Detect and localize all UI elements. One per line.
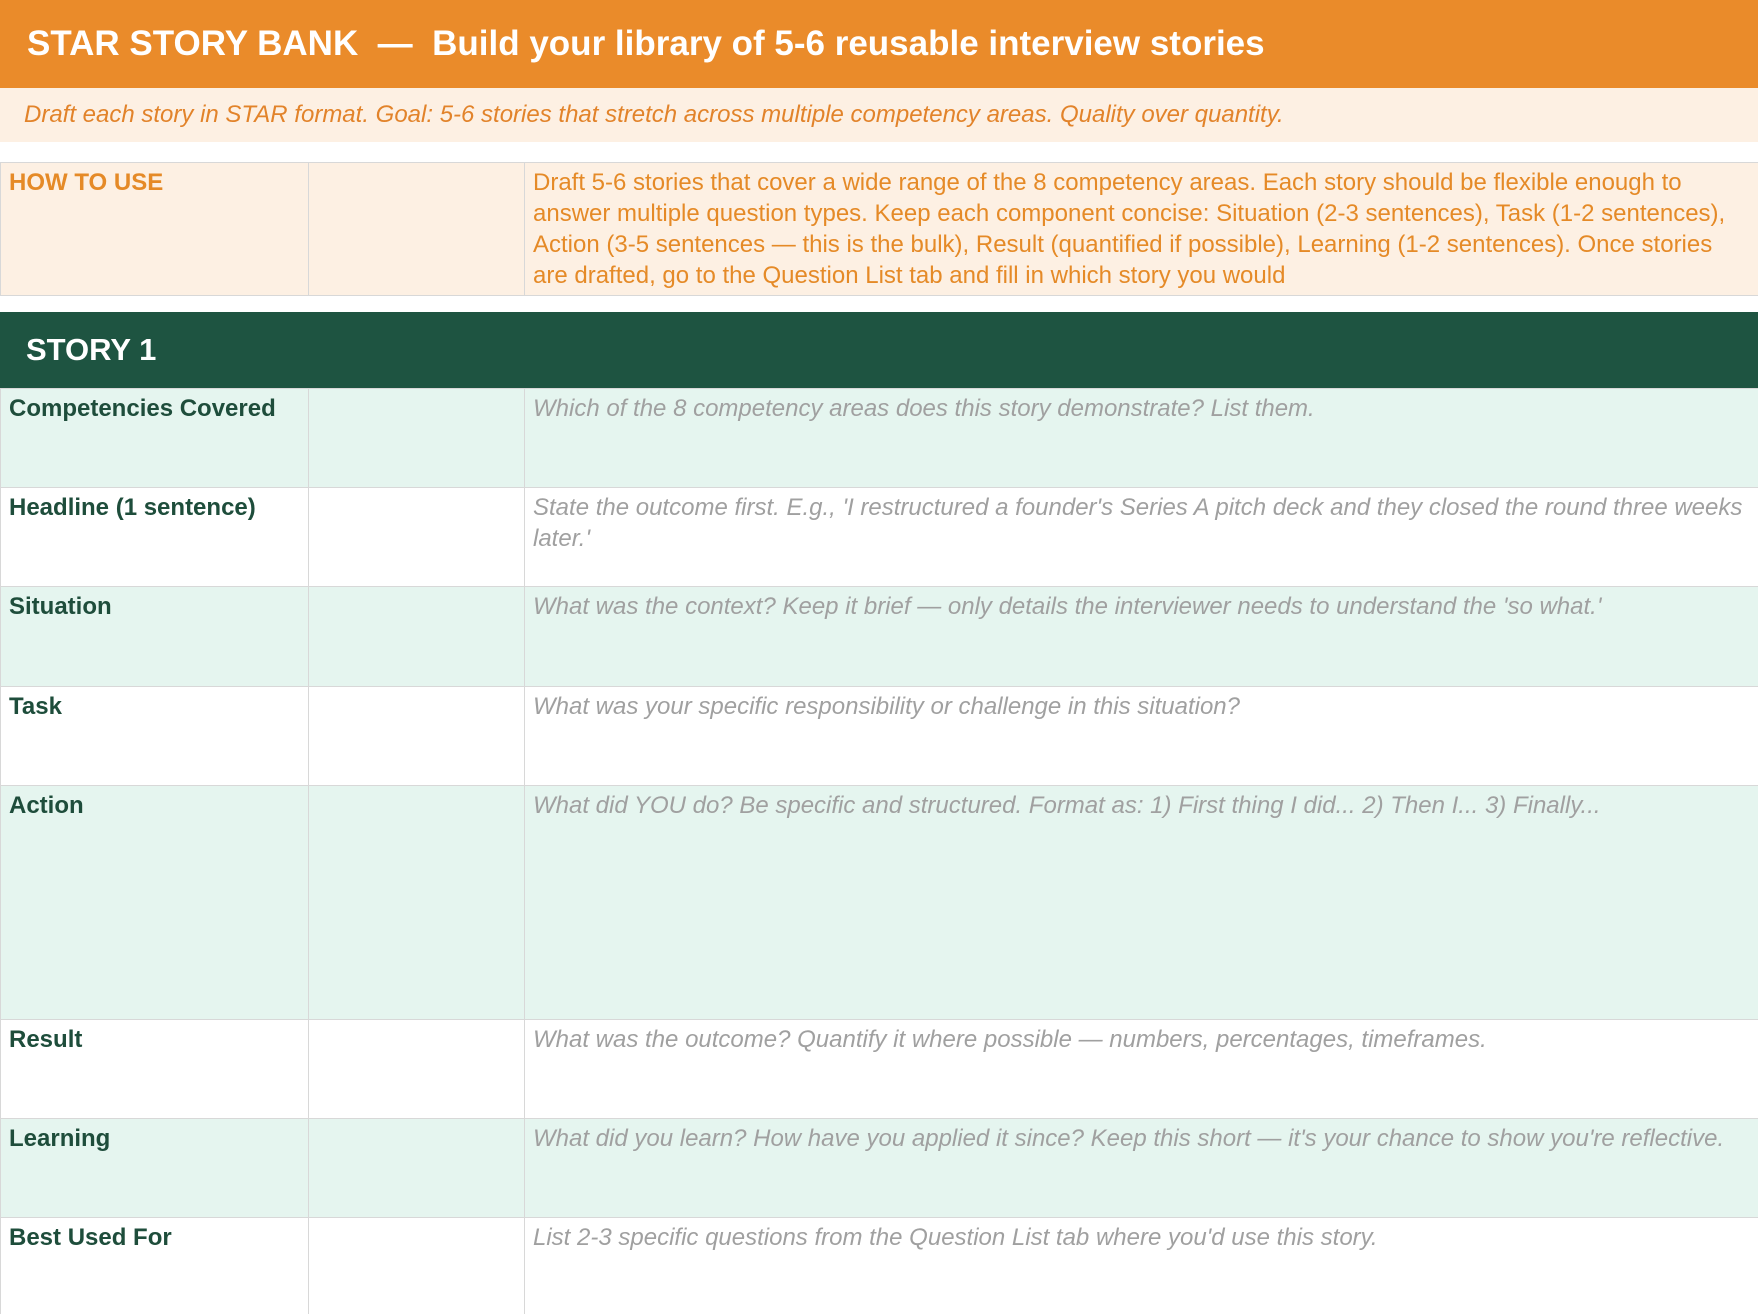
story-row-headline: Headline (1 sentence) State the outcome … — [0, 487, 1758, 587]
story-row-learning: Learning What did you learn? How have yo… — [0, 1118, 1758, 1218]
story-row-best-used-for: Best Used For List 2-3 specific question… — [0, 1217, 1758, 1314]
story-row-situation: Situation What was the context? Keep it … — [0, 586, 1758, 687]
story-row-task: Task What was your specific responsibili… — [0, 686, 1758, 786]
field-label-cell[interactable]: Result — [0, 1019, 309, 1119]
how-to-use-empty-cell[interactable] — [308, 162, 525, 296]
answer-cell[interactable]: List 2-3 specific questions from the Que… — [524, 1217, 1758, 1314]
how-to-use-text: Draft 5-6 stories that cover a wide rang… — [533, 169, 1726, 289]
field-label-cell[interactable]: Learning — [0, 1118, 309, 1218]
story-row-action: Action What did YOU do? Be specific and … — [0, 785, 1758, 1020]
empty-cell[interactable] — [308, 388, 525, 488]
empty-cell[interactable] — [308, 1019, 525, 1119]
story-1-header[interactable]: STORY 1 — [0, 312, 1758, 388]
empty-cell[interactable] — [308, 1217, 525, 1314]
answer-cell[interactable]: What was your specific responsibility or… — [524, 686, 1758, 786]
spreadsheet-sheet: STAR STORY BANK — Build your library of … — [0, 0, 1758, 1314]
empty-cell[interactable] — [308, 785, 525, 1020]
answer-cell[interactable]: Which of the 8 competency areas does thi… — [524, 388, 1758, 488]
field-label-cell[interactable]: Best Used For — [0, 1217, 309, 1314]
empty-cell[interactable] — [308, 487, 525, 587]
answer-cell[interactable]: State the outcome first. E.g., 'I restru… — [524, 487, 1758, 587]
field-label-cell[interactable]: Headline (1 sentence) — [0, 487, 309, 587]
empty-cell[interactable] — [308, 586, 525, 687]
answer-cell[interactable]: What did you learn? How have you applied… — [524, 1118, 1758, 1218]
story-row-result: Result What was the outcome? Quantify it… — [0, 1019, 1758, 1119]
how-to-use-label-cell[interactable]: HOW TO USE — [0, 162, 309, 296]
sheet-title[interactable]: STAR STORY BANK — Build your library of … — [0, 0, 1758, 88]
story-row-competencies: Competencies Covered Which of the 8 comp… — [0, 388, 1758, 488]
field-label-cell[interactable]: Competencies Covered — [0, 388, 309, 488]
how-to-use-table: HOW TO USE Draft 5-6 stories that cover … — [0, 162, 1758, 296]
how-to-use-text-cell[interactable]: Draft 5-6 stories that cover a wide rang… — [524, 162, 1758, 296]
empty-cell[interactable] — [308, 1118, 525, 1218]
answer-cell[interactable]: What did YOU do? Be specific and structu… — [524, 785, 1758, 1020]
answer-cell[interactable]: What was the outcome? Quantify it where … — [524, 1019, 1758, 1119]
sheet-subtitle[interactable]: Draft each story in STAR format. Goal: 5… — [0, 88, 1758, 142]
answer-cell[interactable]: What was the context? Keep it brief — on… — [524, 586, 1758, 687]
how-to-use-row: HOW TO USE Draft 5-6 stories that cover … — [0, 162, 1758, 296]
story-1-table: Competencies Covered Which of the 8 comp… — [0, 388, 1758, 1314]
field-label-cell[interactable]: Situation — [0, 586, 309, 687]
field-label-cell[interactable]: Task — [0, 686, 309, 786]
empty-cell[interactable] — [308, 686, 525, 786]
field-label-cell[interactable]: Action — [0, 785, 309, 1020]
